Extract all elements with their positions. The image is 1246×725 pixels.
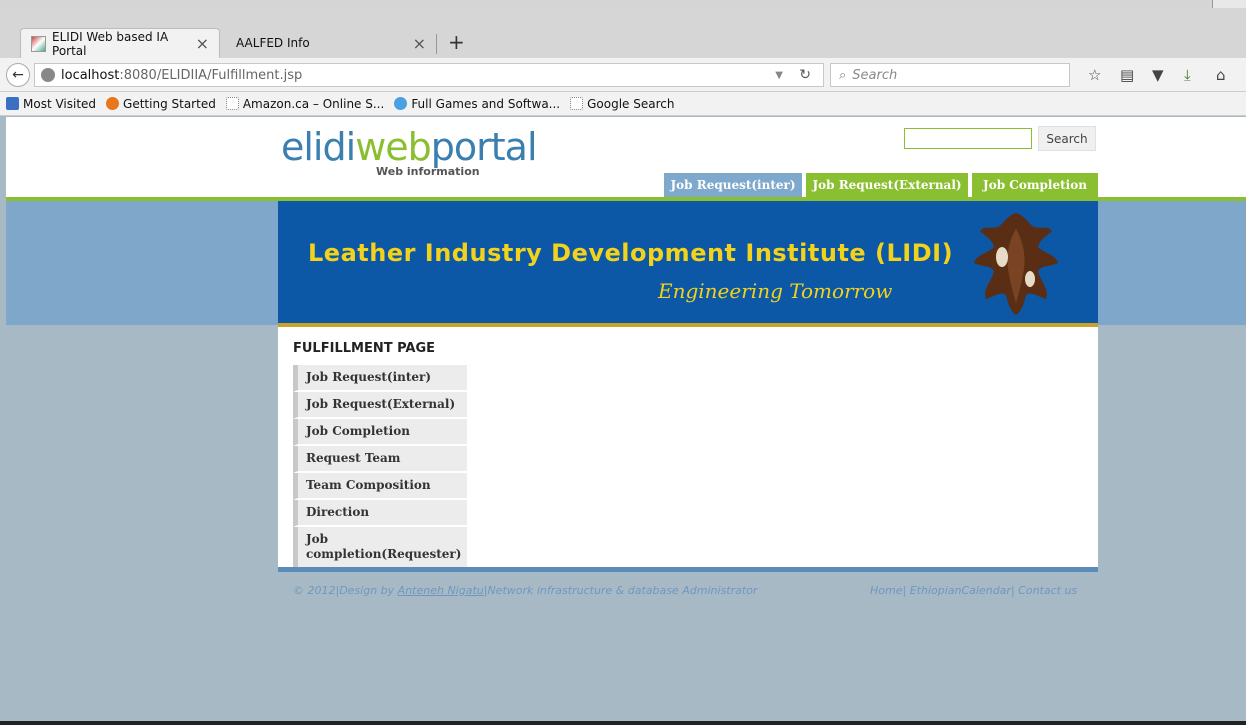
search-icon: ⌕ (839, 67, 847, 83)
reload-icon[interactable]: ↻ (799, 67, 811, 83)
globe-icon (394, 97, 408, 110)
favicon-icon (31, 35, 47, 52)
tab-label: ELIDI Web based IA Portal (52, 29, 169, 58)
side-menu: Job Request(inter) Job Request(External)… (293, 365, 467, 569)
side-menu-job-completion-requester[interactable]: Job completion(Requester) (293, 527, 467, 569)
author-link[interactable]: Anteneh Nigatu (398, 584, 484, 597)
site-logo[interactable]: elidiwebportal (281, 125, 538, 169)
window-button[interactable] (1212, 0, 1246, 8)
bookmark-item[interactable]: Google Search (570, 97, 674, 111)
leather-hide-icon (974, 213, 1058, 315)
page-title: FULFILLMENT PAGE (293, 341, 436, 356)
browser-search-input[interactable]: ⌕ Search (830, 63, 1070, 87)
back-arrow-icon[interactable]: ← (6, 63, 30, 87)
content-panel: FULFILLMENT PAGE Job Request(inter) Job … (278, 327, 1098, 569)
side-menu-job-completion[interactable]: Job Completion (293, 419, 467, 446)
nav-tab-job-completion[interactable]: Job Completion (972, 173, 1098, 197)
star-icon[interactable]: ☆ (1088, 66, 1101, 84)
bookmarks-bar: Most Visited Getting Started Amazon.ca –… (0, 92, 1246, 116)
footer-link-ethiopian-calendar[interactable]: EthiopianCalendar| (910, 584, 1015, 597)
footer-divider (278, 567, 1098, 572)
close-icon[interactable]: × (196, 34, 209, 53)
browser-tab[interactable]: AALFED Info × (226, 28, 436, 58)
bookmark-item[interactable]: Amazon.ca – Online S... (225, 97, 384, 111)
blank-page-icon (570, 97, 584, 110)
url-path: :8080/ELIDIIA/Fulfillment.jsp (119, 67, 303, 83)
site-search-input[interactable] (904, 128, 1032, 149)
browser-tab-strip: ELIDI Web based IA Portal × AALFED Info … (0, 8, 1246, 58)
side-menu-job-request-external[interactable]: Job Request(External) (293, 392, 467, 419)
footer-link-contact[interactable]: Contact us (1018, 584, 1077, 597)
taskbar-edge (0, 721, 1246, 725)
browser-tab-active[interactable]: ELIDI Web based IA Portal × (20, 28, 220, 58)
side-menu-job-request-inter[interactable]: Job Request(inter) (293, 365, 467, 392)
web-page: elidiwebportal Web information Search Jo… (6, 117, 1246, 721)
new-tab-icon[interactable]: + (448, 30, 465, 54)
browser-menubar (0, 0, 1246, 8)
nav-tab-job-request-external[interactable]: Job Request(External) (806, 173, 968, 197)
home-icon[interactable]: ⌂ (1216, 66, 1226, 84)
download-icon[interactable]: ⤓ (1184, 66, 1191, 84)
site-info-icon[interactable] (41, 68, 55, 82)
close-icon[interactable]: × (413, 34, 426, 53)
bookmark-item[interactable]: Full Games and Softwa... (394, 97, 560, 111)
banner-tagline: Engineering Tomorrow (658, 279, 893, 303)
url-host: localhost (61, 67, 120, 83)
browser-nav-bar: ← localhost:8080/ELIDIIA/Fulfillment.jsp… (0, 58, 1246, 92)
lidi-banner: Leather Industry Development Institute (… (278, 201, 1098, 327)
chevron-down-icon[interactable]: ▼ (775, 70, 783, 81)
site-search-button[interactable]: Search (1038, 126, 1096, 151)
url-bar[interactable]: localhost:8080/ELIDIIA/Fulfillment.jsp ▼… (34, 63, 824, 87)
side-menu-direction[interactable]: Direction (293, 500, 467, 527)
site-header: elidiwebportal Web information Search Jo… (6, 117, 1246, 197)
nav-tab-job-request-inter[interactable]: Job Request(inter) (664, 173, 802, 197)
side-menu-team-composition[interactable]: Team Composition (293, 473, 467, 500)
footer-credits: © 2012|Design by Anteneh Nigatu|Network … (293, 584, 758, 597)
pocket-icon[interactable]: ▼ (1152, 66, 1164, 84)
banner-title: Leather Industry Development Institute (… (308, 239, 954, 267)
firefox-icon (106, 97, 120, 110)
tab-divider (436, 34, 437, 54)
bookmark-icon (6, 97, 19, 110)
tab-label: AALFED Info (236, 36, 310, 50)
search-placeholder: Search (852, 67, 898, 83)
side-menu-request-team[interactable]: Request Team (293, 446, 467, 473)
reading-list-icon[interactable]: ▤ (1120, 66, 1134, 84)
footer-link-home[interactable]: Home| (870, 584, 906, 597)
logo-subtitle: Web information (376, 165, 480, 178)
footer-links: Home| EthiopianCalendar| Contact us (870, 584, 1077, 597)
bookmark-item[interactable]: Getting Started (106, 97, 216, 111)
bookmark-item[interactable]: Most Visited (6, 97, 96, 111)
blank-page-icon (225, 97, 239, 110)
